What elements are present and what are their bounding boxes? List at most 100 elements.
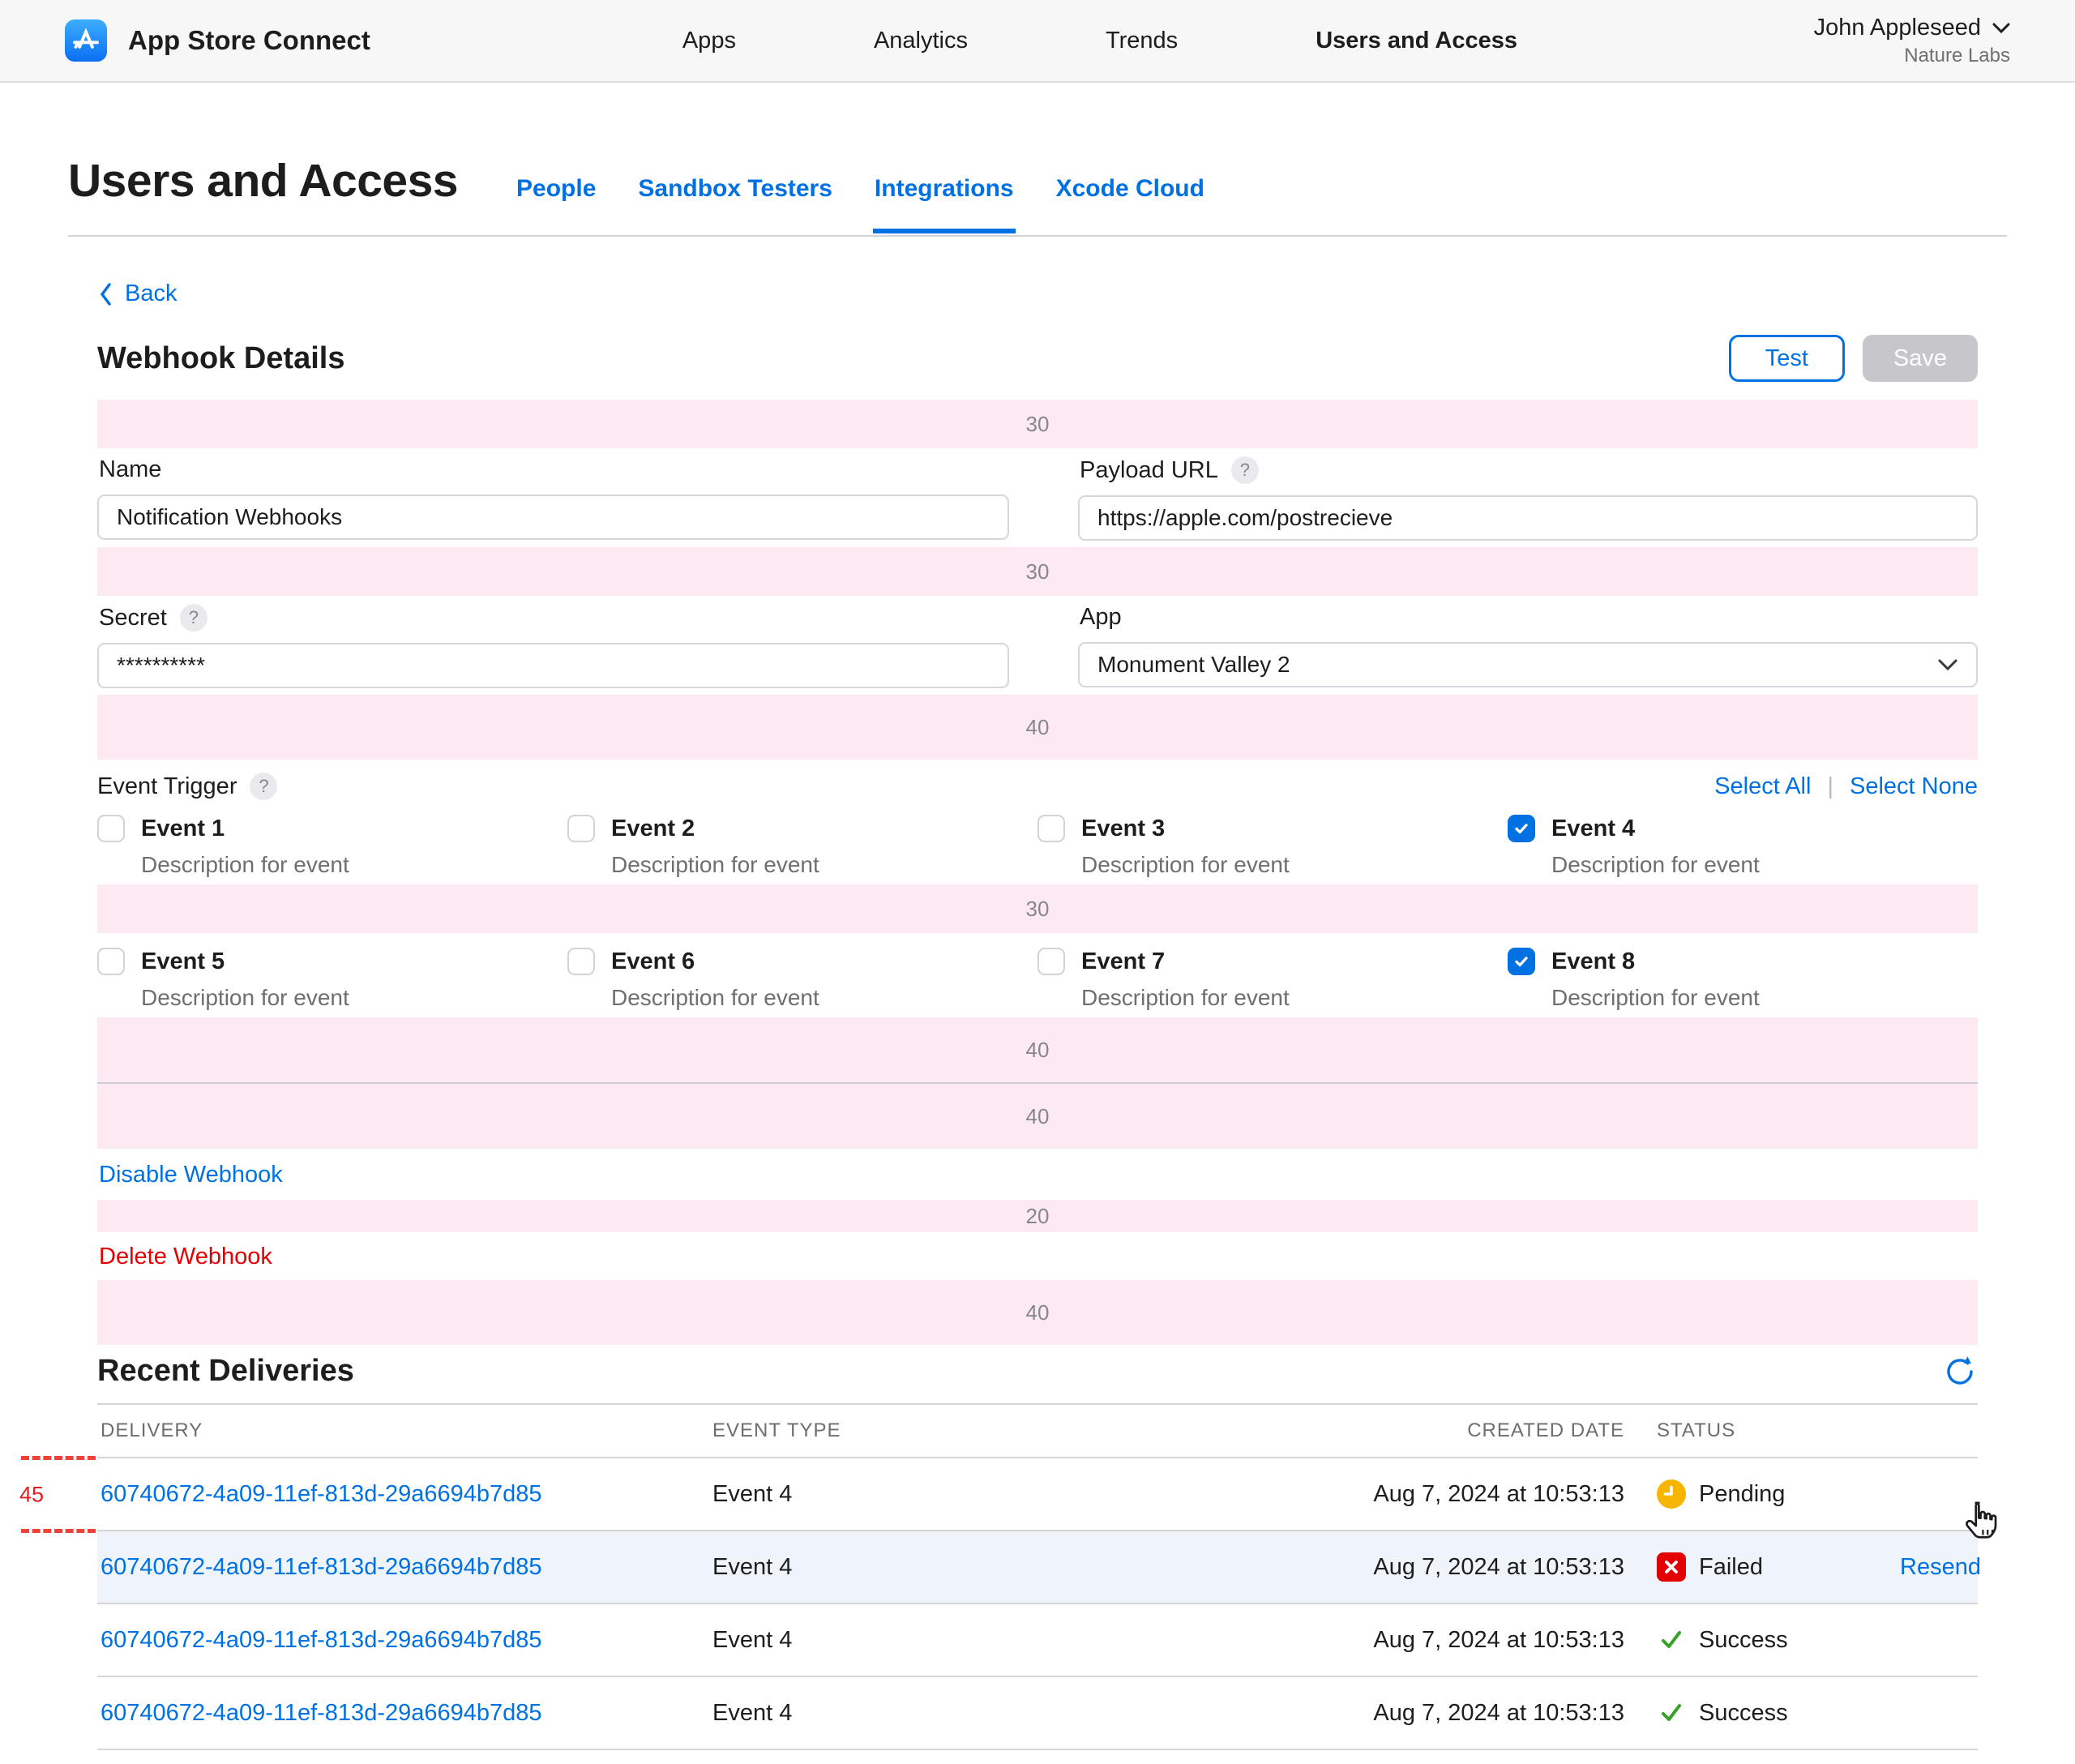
event-7-description: Description for event <box>1081 985 1290 1011</box>
recent-deliveries-title: Recent Deliveries <box>97 1354 354 1389</box>
event-trigger-help-icon[interactable]: ? <box>250 773 277 800</box>
event-2-checkbox[interactable] <box>567 815 595 842</box>
status-label: Success <box>1699 1700 1788 1727</box>
event-8-name: Event 8 <box>1551 948 1760 975</box>
delivery-id-link[interactable]: 60740672-4a09-11ef-813d-29a6694b7d85 <box>101 1554 712 1581</box>
top-navbar: App Store Connect Apps Analytics Trends … <box>0 0 2075 83</box>
name-field-group: Name Notification Webhooks <box>97 456 1009 541</box>
event-5-name: Event 5 <box>141 948 349 975</box>
app-select-value: Monument Valley 2 <box>1097 652 1290 678</box>
event-8-description: Description for event <box>1551 985 1760 1011</box>
resend-link[interactable]: Resend <box>1900 1554 1981 1580</box>
tab-xcode-cloud[interactable]: Xcode Cloud <box>1056 175 1204 203</box>
secret-help-icon[interactable]: ? <box>180 604 208 632</box>
status-cell: Pending <box>1624 1479 1900 1509</box>
event-3-description: Description for event <box>1081 852 1290 878</box>
event-7-item: Event 7 Description for event <box>1038 948 1508 1011</box>
table-row[interactable]: 60740672-4a09-11ef-813d-29a6694b7d85 Eve… <box>97 1604 1978 1677</box>
form-row-1: Name Notification Webhooks Payload URL ?… <box>97 456 1978 541</box>
nav-item-analytics[interactable]: Analytics <box>874 28 968 54</box>
tab-sandbox-testers[interactable]: Sandbox Testers <box>638 175 832 203</box>
select-none-link[interactable]: Select None <box>1850 773 1978 800</box>
table-row[interactable]: 60740672-4a09-11ef-813d-29a6694b7d85 Eve… <box>97 1458 1978 1531</box>
payload-url-help-icon[interactable]: ? <box>1231 456 1259 484</box>
app-select[interactable]: Monument Valley 2 <box>1078 642 1978 687</box>
brand[interactable]: App Store Connect <box>65 19 370 62</box>
column-event-type: EVENT TYPE <box>712 1419 1284 1442</box>
event-1-checkbox[interactable] <box>97 815 125 842</box>
select-all-link[interactable]: Select All <box>1714 773 1811 800</box>
tab-integrations[interactable]: Integrations <box>875 175 1014 203</box>
secret-input[interactable]: ********** <box>97 643 1009 688</box>
account-user-name: John Appleseed <box>1814 15 1981 41</box>
delivery-id-link[interactable]: 60740672-4a09-11ef-813d-29a6694b7d85 <box>101 1627 712 1654</box>
disable-webhook-link[interactable]: Disable Webhook <box>99 1162 283 1188</box>
event-8-checkbox[interactable] <box>1508 948 1535 975</box>
chevron-down-icon <box>1992 23 2010 33</box>
status-label: Pending <box>1699 1481 1785 1508</box>
spacing-annotation-40: 40 <box>97 1084 1978 1149</box>
event-2-item: Event 2 Description for event <box>567 815 1038 878</box>
created-date-cell: Aug 7, 2024 at 10:53:13 <box>1284 1700 1624 1727</box>
chevron-left-icon <box>97 281 113 307</box>
webhook-form: 30 Name Notification Webhooks Payload UR… <box>97 400 1978 1764</box>
row-height-annotation-line <box>21 1529 96 1533</box>
column-status: STATUS <box>1624 1419 1900 1442</box>
table-row[interactable]: 60740672-4a09-11ef-813d-29a6694b7d85 Eve… <box>97 1750 1978 1764</box>
created-date-cell: Aug 7, 2024 at 10:53:13 <box>1284 1554 1624 1581</box>
nav-item-users-and-access[interactable]: Users and Access <box>1316 28 1517 54</box>
event-5-checkbox[interactable] <box>97 948 125 975</box>
pending-clock-icon <box>1657 1479 1686 1509</box>
page-title: Users and Access <box>68 154 458 208</box>
table-row[interactable]: 60740672-4a09-11ef-813d-29a6694b7d85 Eve… <box>97 1677 1978 1750</box>
failed-x-icon <box>1657 1552 1686 1582</box>
event-4-description: Description for event <box>1551 852 1760 878</box>
section-tabs: People Sandbox Testers Integrations Xcod… <box>516 175 1204 203</box>
name-input[interactable]: Notification Webhooks <box>97 495 1009 540</box>
created-date-cell: Aug 7, 2024 at 10:53:13 <box>1284 1627 1624 1654</box>
payload-url-input[interactable]: https://apple.com/postrecieve <box>1078 495 1978 541</box>
back-label: Back <box>125 280 177 307</box>
chevron-down-icon <box>1937 658 1958 671</box>
event-7-checkbox[interactable] <box>1038 948 1065 975</box>
name-label: Name <box>99 456 161 483</box>
test-button[interactable]: Test <box>1729 335 1845 382</box>
event-3-checkbox[interactable] <box>1038 815 1065 842</box>
row-height-annotation-line <box>21 1456 96 1460</box>
links-separator: | <box>1827 773 1833 800</box>
table-row[interactable]: 60740672-4a09-11ef-813d-29a6694b7d85 Eve… <box>97 1531 1978 1604</box>
secret-label: Secret <box>99 605 167 632</box>
cursor-hand-icon <box>1958 1498 2005 1545</box>
success-check-icon <box>1657 1698 1686 1728</box>
save-button[interactable]: Save <box>1863 335 1978 382</box>
event-1-description: Description for event <box>141 852 349 878</box>
account-org-name: Nature Labs <box>1814 45 2010 67</box>
deliveries-table-body: 45 60740672-4a09-11ef-813d-29a6694b7d85 … <box>97 1458 1978 1764</box>
status-label: Success <box>1699 1627 1788 1654</box>
event-6-checkbox[interactable] <box>567 948 595 975</box>
event-6-description: Description for event <box>611 985 819 1011</box>
back-link[interactable]: Back <box>97 280 177 307</box>
event-8-item: Event 8 Description for event <box>1508 948 1978 1011</box>
nav-item-trends[interactable]: Trends <box>1106 28 1178 54</box>
event-type-cell: Event 4 <box>712 1554 1284 1581</box>
delete-webhook-link[interactable]: Delete Webhook <box>99 1244 272 1270</box>
secret-field-group: Secret ? ********** <box>97 604 1009 688</box>
spacing-annotation-20: 20 <box>97 1200 1978 1232</box>
event-type-cell: Event 4 <box>712 1700 1284 1727</box>
event-5-description: Description for event <box>141 985 349 1011</box>
event-4-checkbox[interactable] <box>1508 815 1535 842</box>
success-check-icon <box>1657 1625 1686 1655</box>
event-4-item: Event 4 Description for event <box>1508 815 1978 878</box>
delivery-id-link[interactable]: 60740672-4a09-11ef-813d-29a6694b7d85 <box>101 1700 712 1727</box>
column-delivery: DELIVERY <box>101 1419 712 1442</box>
check-icon <box>1512 952 1531 971</box>
status-cell: Failed <box>1624 1552 1900 1582</box>
tab-people[interactable]: People <box>516 175 596 203</box>
event-1-item: Event 1 Description for event <box>97 815 567 878</box>
refresh-icon[interactable] <box>1942 1353 1978 1389</box>
account-menu[interactable]: John Appleseed Nature Labs <box>1814 15 2010 67</box>
nav-item-apps[interactable]: Apps <box>682 28 736 54</box>
event-type-cell: Event 4 <box>712 1627 1284 1654</box>
delivery-id-link[interactable]: 60740672-4a09-11ef-813d-29a6694b7d85 <box>101 1481 712 1508</box>
